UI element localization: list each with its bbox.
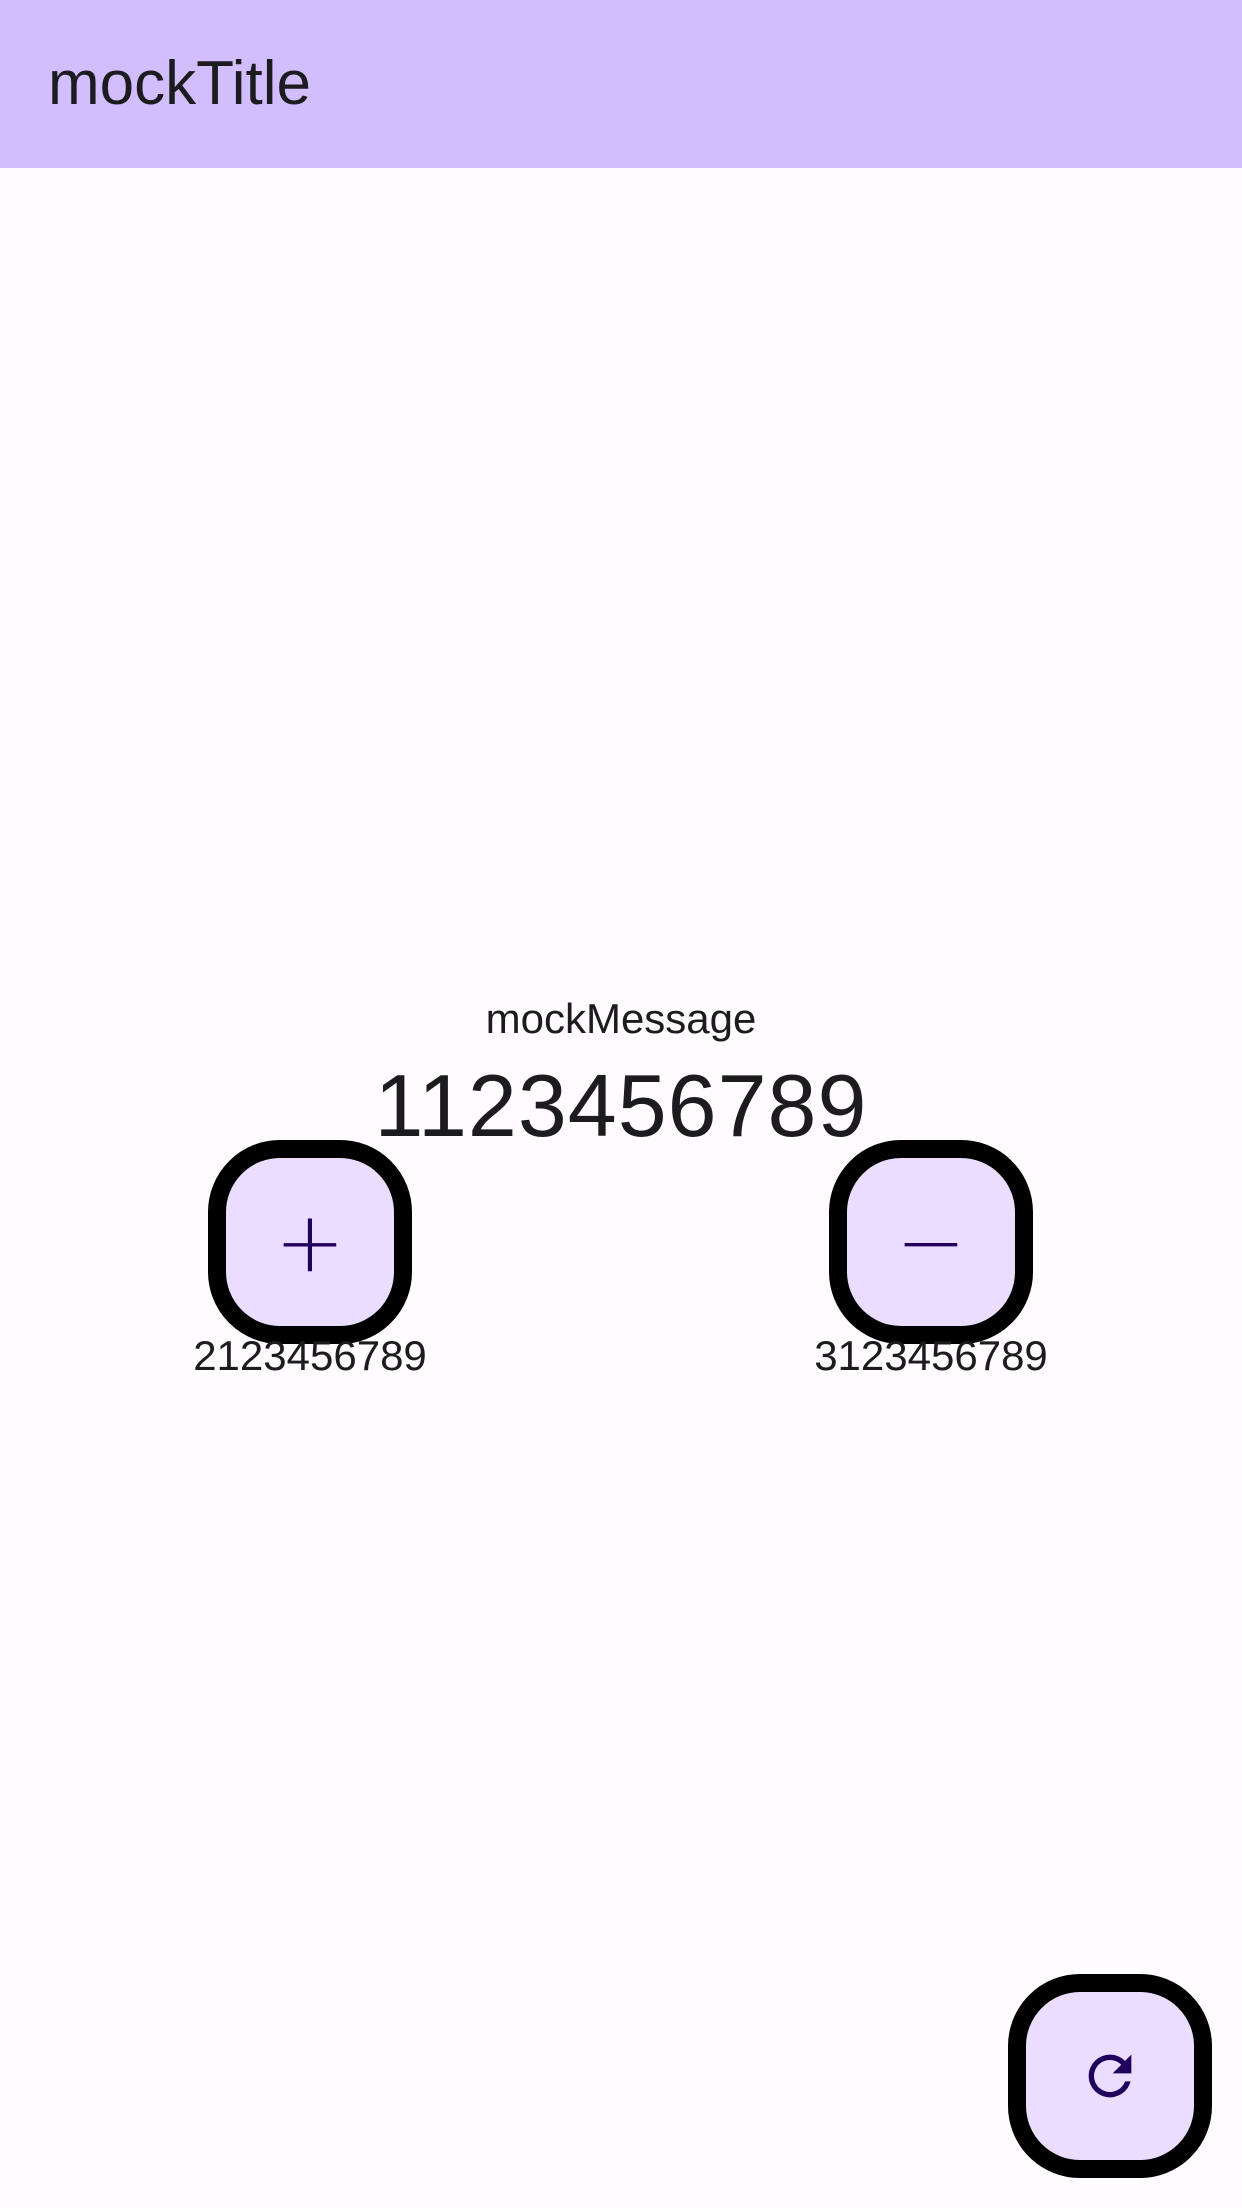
top-app-bar: mockTitle bbox=[0, 0, 1242, 168]
counter-value: 1123456789 bbox=[374, 1056, 868, 1155]
refresh-icon bbox=[1088, 2054, 1132, 2098]
minus-icon: − bbox=[895, 1193, 967, 1291]
increment-count: 2123456789 bbox=[193, 1332, 427, 1379]
decrement-count: 3123456789 bbox=[814, 1332, 1048, 1379]
plus-icon: + bbox=[274, 1193, 346, 1291]
message-text: mockMessage bbox=[485, 995, 757, 1042]
decrement-button[interactable]: − bbox=[829, 1140, 1033, 1344]
increment-button[interactable]: + bbox=[208, 1140, 412, 1344]
refresh-button[interactable] bbox=[1008, 1974, 1212, 2178]
app-title: mockTitle bbox=[48, 49, 311, 118]
